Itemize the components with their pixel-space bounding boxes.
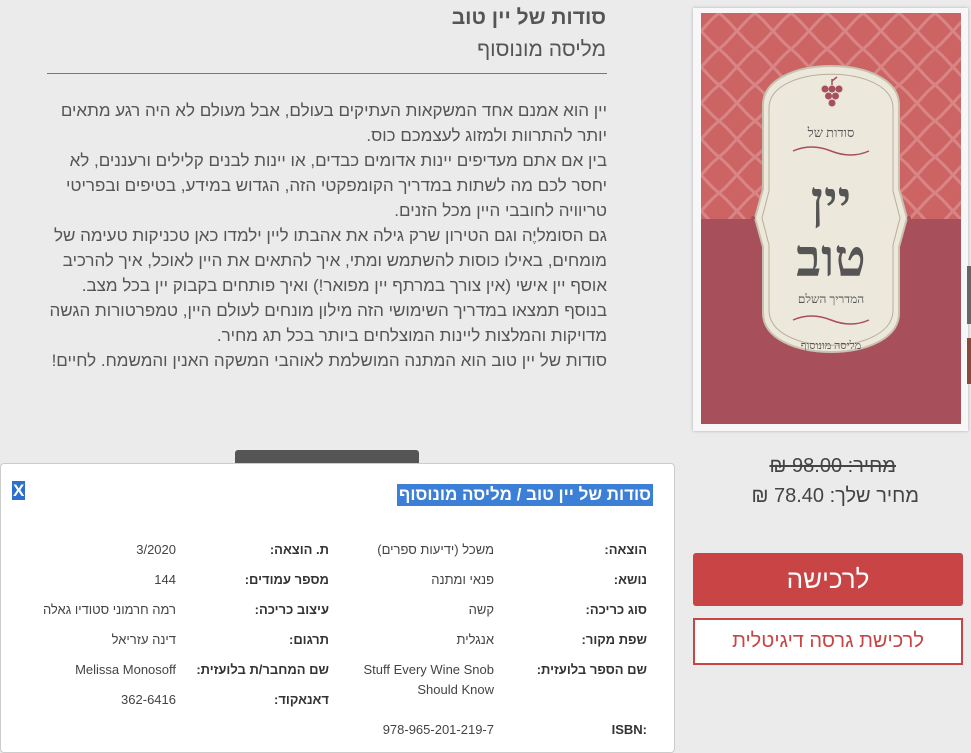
- source-language-value: אנגלית: [456, 632, 494, 647]
- pages-value: 144: [154, 572, 176, 587]
- original-price: מחיר: 98.00 ₪: [769, 455, 896, 477]
- publisher-label: הוצאה:: [604, 542, 647, 557]
- isbn-value: 978-965-201-219-7: [382, 722, 494, 737]
- pub-date-label: ת. הוצאה:: [269, 542, 329, 557]
- svg-text:טוב: טוב: [796, 228, 866, 289]
- pages-label: מספר עמודים:: [244, 572, 329, 587]
- title-divider: [47, 73, 607, 74]
- book-details-panel: X סודות של יין טוב / מליסה מונוסוף הוצאה…: [0, 463, 675, 753]
- subject-label: נושא:: [613, 572, 647, 587]
- description-paragraph: גם הסומליֶה וגם הטירון שרק גילה את אהבתו…: [54, 226, 607, 295]
- source-language-label: שפת מקור:: [581, 632, 647, 647]
- subject-value[interactable]: פנאי ומתנה: [431, 570, 494, 590]
- translation-value[interactable]: דינה עזריאל: [112, 630, 176, 650]
- foreign-author-label: שם המחבר/ת בלועזית:: [196, 662, 329, 677]
- danacode-label: דאנאקוד:: [274, 692, 329, 707]
- book-author[interactable]: מליסה מונוסוף: [477, 38, 606, 62]
- close-button[interactable]: X: [12, 481, 26, 500]
- description-paragraph: יין הוא אמנם אחד המשקאות העתיקים בעולם, …: [60, 101, 607, 145]
- discounted-price: מחיר שלך: 78.40 ₪: [751, 485, 919, 507]
- svg-text:המדריך השלם: המדריך השלם: [798, 292, 864, 306]
- isbn-label: ISBN:: [611, 722, 647, 737]
- scroll-marker: [967, 266, 971, 324]
- book-cover[interactable]: סודות של יין טוב המדריך השלם מליסה מונוס…: [693, 8, 968, 431]
- book-description: יין הוא אמנם אחד המשקאות העתיקים בעולם, …: [44, 98, 608, 373]
- translation-label: תרגום:: [288, 632, 329, 647]
- foreign-author-value: Melissa Monosoff: [75, 662, 176, 677]
- book-cover-image: סודות של יין טוב המדריך השלם מליסה מונוס…: [701, 13, 961, 424]
- publisher-value[interactable]: משכל (ידיעות ספרים): [377, 540, 494, 560]
- svg-text:יין: יין: [811, 170, 852, 231]
- buy-button[interactable]: לרכישה: [693, 553, 963, 606]
- pub-date-value: 3/2020: [136, 542, 176, 557]
- scroll-marker: [967, 338, 971, 384]
- foreign-title-value: Stuff Every Wine Snob Should Know: [363, 662, 494, 697]
- cover-design-label: עיצוב כריכה:: [254, 602, 329, 617]
- details-title: סודות של יין טוב / מליסה מונוסוף: [396, 484, 653, 506]
- buy-digital-button[interactable]: לרכישת גרסה דיגיטלית: [693, 618, 963, 665]
- svg-text:מליסה מונוסוף: מליסה מונוסוף: [801, 340, 861, 352]
- description-paragraph: סודות של יין טוב הוא המתנה המושלמת לאוהב…: [51, 351, 607, 370]
- description-paragraph: בנוסף תמצאו במדריך השימושי הזה מילון מונ…: [49, 301, 608, 345]
- foreign-title-label: שם הספר בלועזית:: [536, 662, 647, 677]
- description-paragraph: בין אם אתם מעדיפים יינות אדומים כבדים, א…: [66, 151, 607, 220]
- binding-label: סוג כריכה:: [585, 602, 648, 617]
- svg-text:סודות של: סודות של: [807, 125, 855, 140]
- book-title: סודות של יין טוב: [451, 6, 606, 29]
- binding-value: קשה: [468, 602, 494, 617]
- danacode-value: 362-6416: [121, 692, 176, 707]
- cover-design-value: רמה חרמוני סטודיו גאלה: [42, 602, 176, 617]
